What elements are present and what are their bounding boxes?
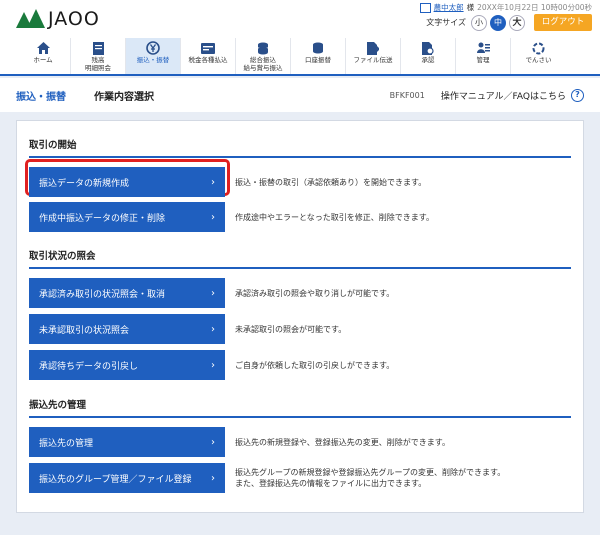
unapproved-status-inquiry-button[interactable]: 未承認取引の状況照会 › — [29, 314, 225, 344]
chevron-right-icon: › — [211, 436, 215, 448]
passbook-icon — [92, 41, 104, 55]
button-label: 振込先の管理 — [39, 438, 94, 449]
font-size-label: 文字サイズ — [426, 18, 466, 27]
user-suffix: 様 — [466, 3, 475, 12]
action-row: 振込先のグループ管理／ファイル登録 › 振込先グループの新規登録や登録振込先グル… — [29, 463, 571, 493]
logout-button[interactable]: ログアウト — [534, 14, 592, 31]
nav-item-admin[interactable]: 管理 — [456, 38, 511, 74]
section-title-payee: 振込先の管理 — [29, 397, 571, 418]
action-row: 振込データの新規作成 › 振込・振替の取引（承認依頼あり）を開始できます。 — [29, 167, 571, 197]
chevron-right-icon: › — [211, 323, 215, 335]
account-transfer-icon — [312, 41, 324, 55]
logo-text: JAOO — [48, 8, 100, 30]
font-size-large-button[interactable]: 大 — [509, 14, 525, 31]
button-label: 作成中振込データの修正・削除 — [39, 213, 166, 224]
logo-mark-icon — [16, 8, 46, 30]
button-label: 承認待ちデータの引戻し — [39, 361, 139, 372]
font-size-small-button[interactable]: 小 — [471, 14, 487, 31]
file-transfer-icon — [367, 41, 379, 55]
row-description: 作成途中やエラーとなった取引を修正、削除できます。 — [235, 212, 434, 222]
button-label: 承認済み取引の状況照会・取消 — [39, 289, 166, 300]
row-description: 振込・振替の取引（承認依頼あり）を開始できます。 — [235, 177, 427, 187]
nav-label: 口座振替 — [305, 56, 331, 64]
recall-pending-button[interactable]: 承認待ちデータの引戻し › — [29, 350, 225, 380]
approve-icon — [422, 41, 434, 55]
action-row: 振込先の管理 › 振込先の新規登録や、登録振込先の変更、削除ができます。 — [29, 427, 571, 457]
user-card-icon — [419, 2, 431, 13]
row-description: 承認済み取引の照会や取り消しが可能です。 — [235, 288, 395, 298]
action-row: 承認待ちデータの引戻し › ご自身が依頼した取引の引戻しができます。 — [29, 350, 571, 380]
nav-label: 承認 — [421, 56, 435, 64]
payee-management-button[interactable]: 振込先の管理 › — [29, 427, 225, 457]
home-icon — [36, 41, 50, 55]
main-panel: 取引の開始 振込データの新規作成 › 振込・振替の取引（承認依頼あり）を開始でき… — [16, 120, 584, 513]
nav-label: 振込・振替 — [136, 56, 170, 64]
button-label: 振込先のグループ管理／ファイル登録 — [39, 474, 192, 485]
nav-label: ファイル伝送 — [353, 56, 393, 64]
chevron-right-icon: › — [211, 472, 215, 484]
action-row: 承認済み取引の状況照会・取消 › 承認済み取引の照会や取り消しが可能です。 — [29, 278, 571, 308]
manual-faq-link[interactable]: 操作マニュアル／FAQはこちら — [441, 89, 566, 102]
nav-item-bulk-transfer[interactable]: 総合振込 給与賞与振込 — [236, 38, 291, 74]
nav-item-densai[interactable]: でんさい — [511, 38, 566, 74]
coin-stack-icon — [257, 41, 269, 55]
nav-label: 残高 明細照会 — [85, 56, 111, 72]
nav-item-file-transfer[interactable]: ファイル伝送 — [346, 38, 401, 74]
yen-transfer-icon — [146, 41, 160, 55]
nav-item-approve[interactable]: 承認 — [401, 38, 456, 74]
nav-label: 管理 — [476, 56, 490, 64]
user-info: 農中太郎 様 20XX年10月22日 10時00分00秒 — [419, 2, 592, 13]
page-title-bar: 振込・振替 作業内容選択 BFKF001 操作マニュアル／FAQはこちら ? — [0, 78, 600, 112]
new-transfer-button[interactable]: 振込データの新規作成 › — [29, 167, 225, 197]
edit-draft-transfer-button[interactable]: 作成中振込データの修正・削除 › — [29, 202, 225, 232]
help-icon[interactable]: ? — [571, 88, 584, 102]
breadcrumb-category: 振込・振替 — [16, 91, 66, 103]
nav-label: でんさい — [525, 56, 552, 64]
user-name[interactable]: 農中太郎 — [434, 2, 464, 13]
chevron-right-icon: › — [211, 359, 215, 371]
approved-status-inquiry-button[interactable]: 承認済み取引の状況照会・取消 › — [29, 278, 225, 308]
nav-label: 総合振込 給与賞与振込 — [243, 56, 283, 72]
nav-item-transfer[interactable]: 振込・振替 — [126, 38, 181, 74]
chevron-right-icon: › — [211, 176, 215, 188]
button-label: 未承認取引の状況照会 — [39, 325, 130, 336]
admin-icon — [476, 41, 490, 55]
font-size-controls: 文字サイズ 小 中 大 ログアウト — [426, 14, 592, 31]
row-description-line2: また、登録振込先の情報をファイルに出力できます。 — [235, 479, 427, 488]
row-description: 振込先グループの新規登録や登録振込先グループの変更、削除ができます。 また、登録… — [235, 467, 505, 489]
nav-item-account-transfer[interactable]: 口座振替 — [291, 38, 346, 74]
tax-card-icon — [201, 41, 215, 55]
global-nav: ホーム 残高 明細照会 振込・振替 税金各種払込 総合振込 給与賞与振込 口座振… — [0, 38, 600, 76]
section-title-start: 取引の開始 — [29, 137, 571, 158]
chevron-right-icon: › — [211, 287, 215, 299]
action-row: 未承認取引の状況照会 › 未承認取引の照会が可能です。 — [29, 314, 571, 344]
chevron-right-icon: › — [211, 211, 215, 223]
page-title: 作業内容選択 — [94, 91, 154, 103]
top-header: JAOO 農中太郎 様 20XX年10月22日 10時00分00秒 文字サイズ … — [0, 0, 600, 38]
font-size-medium-button[interactable]: 中 — [490, 14, 506, 31]
nav-label: 税金各種払込 — [188, 56, 228, 64]
action-row: 作成中振込データの修正・削除 › 作成途中やエラーとなった取引を修正、削除できま… — [29, 202, 571, 232]
login-time: 20XX年10月22日 10時00分00秒 — [477, 3, 592, 12]
logo[interactable]: JAOO — [16, 8, 100, 30]
row-description: 未承認取引の照会が可能です。 — [235, 324, 347, 334]
row-description-line1: 振込先グループの新規登録や登録振込先グループの変更、削除ができます。 — [235, 468, 506, 477]
payee-group-file-button[interactable]: 振込先のグループ管理／ファイル登録 › — [29, 463, 225, 493]
screen-id: BFKF001 — [389, 90, 425, 100]
section-title-status: 取引状況の照会 — [29, 248, 571, 269]
nav-item-balance[interactable]: 残高 明細照会 — [71, 38, 126, 74]
densai-icon — [532, 41, 545, 55]
row-description: ご自身が依頼した取引の引戻しができます。 — [235, 360, 395, 370]
nav-label: ホーム — [33, 56, 53, 64]
nav-item-tax[interactable]: 税金各種払込 — [181, 38, 236, 74]
nav-item-home[interactable]: ホーム — [16, 38, 71, 74]
row-description: 振込先の新規登録や、登録振込先の変更、削除ができます。 — [235, 437, 450, 447]
button-label: 振込データの新規作成 — [39, 178, 130, 189]
